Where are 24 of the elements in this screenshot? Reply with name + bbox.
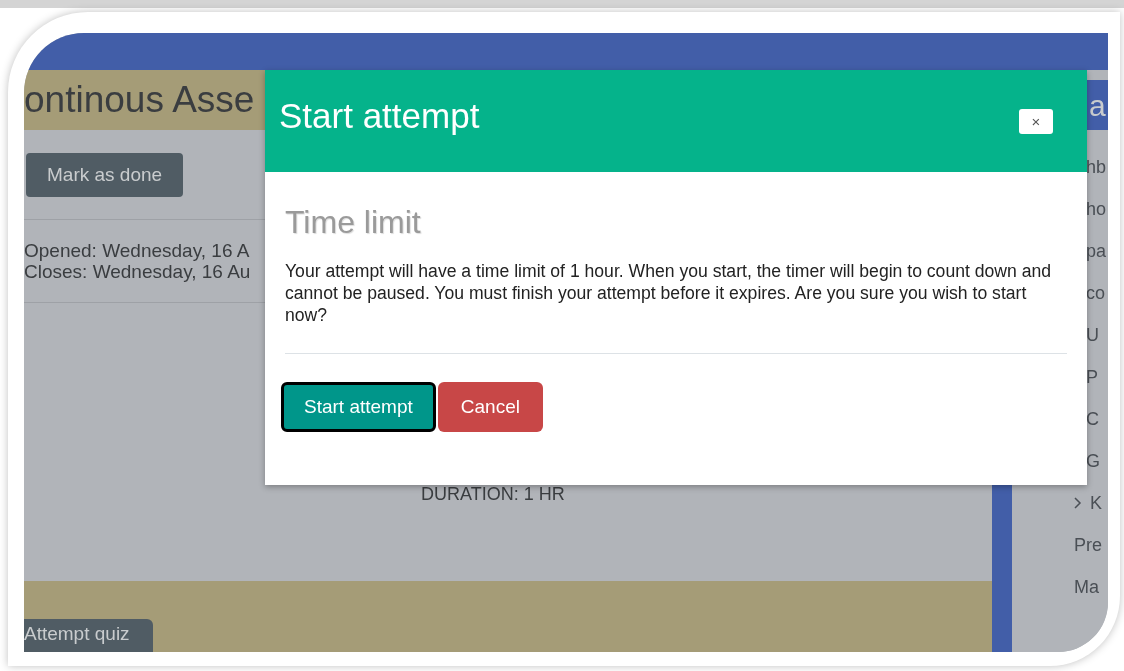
- sidebar-item[interactable]: co: [1086, 279, 1105, 307]
- modal-title: Start attempt: [279, 95, 480, 137]
- sidebar-item[interactable]: Ma: [1074, 573, 1099, 601]
- sidebar-item[interactable]: C: [1086, 405, 1099, 433]
- sidebar-item[interactable]: G: [1086, 447, 1100, 475]
- sidebar-item[interactable]: P: [1086, 363, 1098, 391]
- opened-date: Opened: Wednesday, 16 A: [24, 240, 250, 261]
- close-button[interactable]: ×: [1019, 109, 1053, 134]
- sidebar-item[interactable]: Pre: [1074, 531, 1102, 559]
- attempt-quiz-button[interactable]: Attempt quiz: [24, 619, 153, 652]
- cancel-button[interactable]: Cancel: [437, 382, 543, 432]
- modal-heading: Time limit: [285, 204, 421, 240]
- closes-date: Closes: Wednesday, 16 Au: [24, 261, 251, 282]
- sidebar-item[interactable]: U: [1086, 321, 1099, 349]
- modal-message: Your attempt will have a time limit of 1 hour. When you start, the timer will begin to count down and cannot be paused. You must finish your attempt before it expires. Are you sure you wish to start now?: [285, 260, 1053, 326]
- sidebar-item[interactable]: pa: [1086, 237, 1107, 265]
- start-attempt-button[interactable]: Start attempt: [281, 382, 436, 432]
- sidebar-item[interactable]: hb: [1086, 153, 1107, 181]
- sidebar-item[interactable]: ho: [1086, 195, 1107, 223]
- duration-text: DURATION: 1 HR: [421, 484, 565, 504]
- page-title: ontinous Asse: [24, 78, 255, 123]
- mark-as-done-button[interactable]: Mark as done: [26, 153, 184, 197]
- sidebar-item[interactable]: K: [1090, 489, 1102, 517]
- sidebar-header: a: [1089, 87, 1106, 124]
